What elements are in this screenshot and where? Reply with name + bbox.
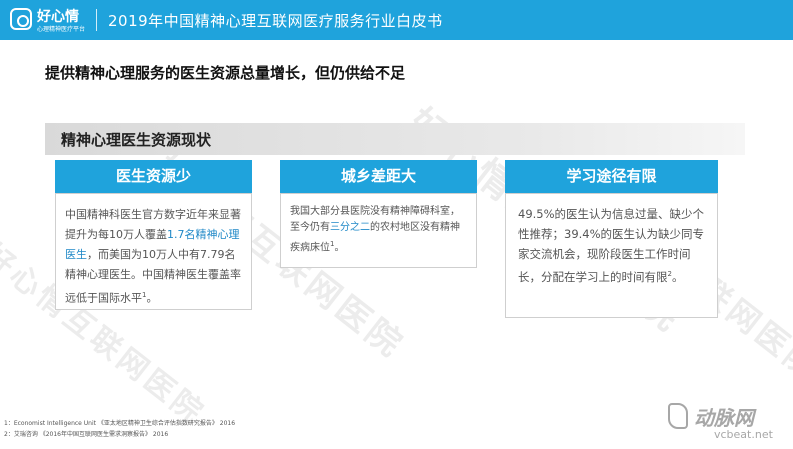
footnote-2: 2：艾瑞咨询 《2016年中国互联网医生需求洞察报告》 2016 <box>4 431 169 438</box>
section-title: 精神心理医生资源现状 <box>61 131 212 149</box>
logo: 好心情 心理精神医疗平台 <box>10 5 94 35</box>
footnotes: 1：Economist Intelligence Unit 《亚太地区精神卫生综… <box>4 418 235 440</box>
highlight-text: 三分之二 <box>330 222 370 233</box>
logo-name: 好心情 <box>37 9 79 25</box>
card-urban-rural-gap: 城乡差距大 我国大部分县医院没有精神障碍科室，至今仍有三分之二的农村地区没有精神… <box>280 160 477 268</box>
card-title: 城乡差距大 <box>280 160 477 193</box>
card-title: 学习途径有限 <box>505 160 718 193</box>
card-body: 我国大部分县医院没有精神障碍科室，至今仍有三分之二的农村地区没有精神疾病床位1。 <box>280 193 477 268</box>
card-text: 中国精神科医生官方数字近年来显著提升为每10万人覆盖1.7名精神心理医生，而美国… <box>65 208 241 305</box>
card-text: 49.5%的医生认为信息过量、缺少个性推荐；39.4%的医生认为缺少同专家交流机… <box>518 207 705 284</box>
brand-logo-icon <box>668 403 688 429</box>
card-title: 医生资源少 <box>55 160 252 193</box>
card-body: 中国精神科医生官方数字近年来显著提升为每10万人覆盖1.7名精神心理医生，而美国… <box>55 193 252 310</box>
page-title: 2019年中国精神心理互联网医疗服务行业白皮书 <box>108 12 443 30</box>
slide-subtitle: 提供精神心理服务的医生资源总量增长，但仍供给不足 <box>45 64 406 82</box>
card-text: 我国大部分县医院没有精神障碍科室，至今仍有三分之二的农村地区没有精神疾病床位1。 <box>290 206 460 254</box>
brand-watermark: 动脉网 vcbeat.net <box>668 400 788 445</box>
brand-name: 动脉网 <box>694 406 754 430</box>
section-band: 精神心理医生资源现状 <box>45 123 745 155</box>
card-limited-learning: 学习途径有限 49.5%的医生认为信息过量、缺少个性推荐；39.4%的医生认为缺… <box>505 160 718 318</box>
card-doctor-shortage: 医生资源少 中国精神科医生官方数字近年来显著提升为每10万人覆盖1.7名精神心理… <box>55 160 252 310</box>
heart-icon <box>10 8 32 30</box>
logo-tagline: 心理精神医疗平台 <box>37 26 86 33</box>
header-divider <box>96 9 97 31</box>
header-bar: 好心情 心理精神医疗平台 2019年中国精神心理互联网医疗服务行业白皮书 <box>0 0 793 40</box>
brand-url: vcbeat.net <box>714 428 773 441</box>
footnote-1: 1：Economist Intelligence Unit 《亚太地区精神卫生综… <box>4 420 236 427</box>
card-body: 49.5%的医生认为信息过量、缺少个性推荐；39.4%的医生认为缺少同专家交流机… <box>505 193 718 318</box>
